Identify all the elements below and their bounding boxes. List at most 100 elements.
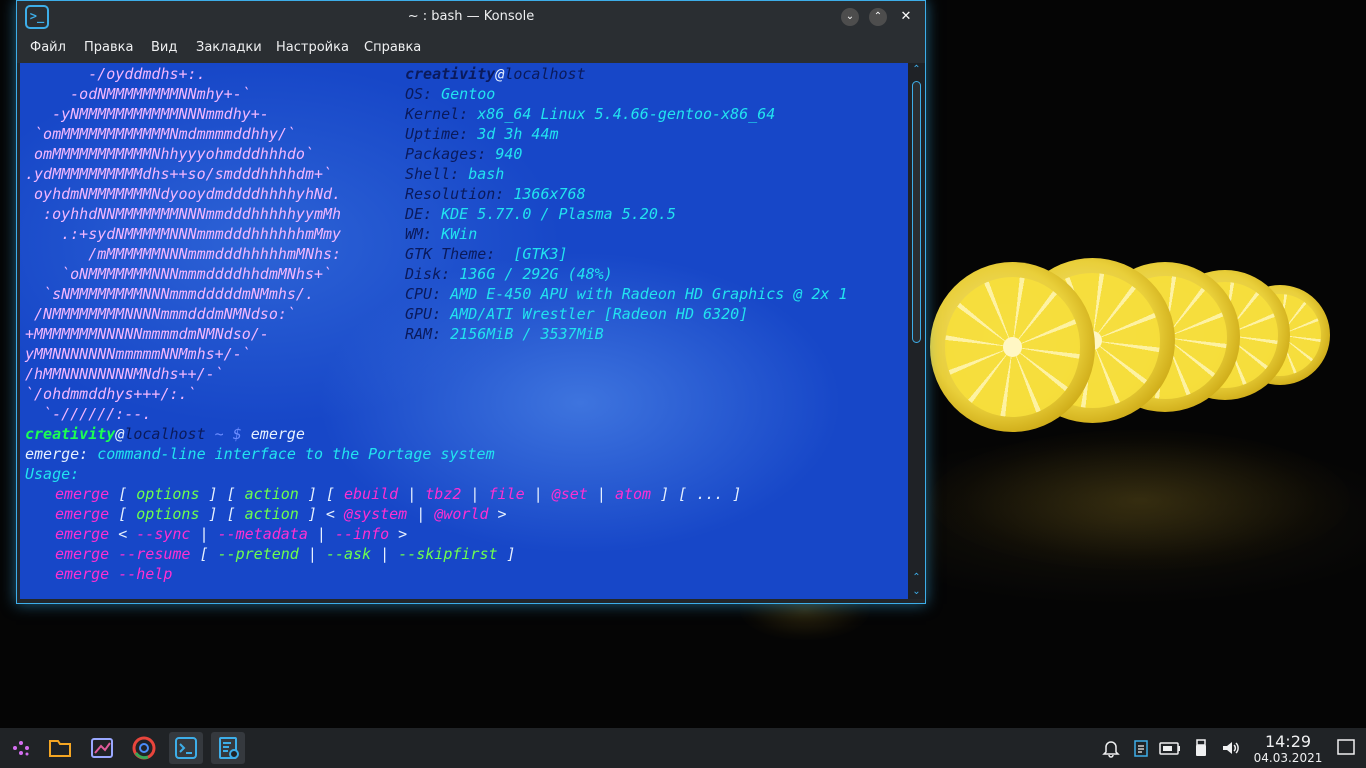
info-label: OS:	[405, 85, 433, 103]
removable-devices-button[interactable]	[1192, 738, 1210, 763]
maximize-button[interactable]: ⌃	[869, 8, 887, 26]
bell-icon	[1102, 741, 1120, 758]
logo-line: -odNMMMMMMMMNNmhy+-`	[25, 85, 251, 103]
usage-token: --pretend	[217, 545, 299, 563]
usage-token: |	[190, 525, 218, 543]
window-title: ~ : bash — Konsole	[407, 9, 535, 24]
usage-token: --help	[118, 565, 173, 583]
usage-token: |	[461, 485, 489, 503]
task-files[interactable]	[43, 732, 77, 764]
usage-line: emerge --resume [ --pretend | --ask | --…	[55, 544, 516, 564]
scroll-down-icon[interactable]: ⌄	[908, 585, 925, 599]
pen-app-icon	[91, 738, 113, 758]
show-desktop-button[interactable]	[1337, 739, 1355, 762]
menu-help[interactable]: Справка	[364, 40, 421, 55]
info-label: Kernel:	[405, 105, 469, 123]
usage-token: atom	[614, 485, 652, 503]
menu-bookmarks[interactable]: Закладки	[196, 40, 262, 55]
konsole-window[interactable]: >_ ~ : bash — Konsole ⌄ ⌃ ✕ Файл Правка …	[16, 0, 926, 604]
usage-token: [	[118, 485, 137, 503]
info-row: GPU: AMD/ATI Wrestler [Radeon HD 6320]	[405, 304, 748, 324]
usage-token: ebuild	[344, 485, 399, 503]
info-row: Shell: bash	[405, 164, 504, 184]
info-row: GTK Theme: [GTK3]	[405, 244, 568, 264]
launcher-button[interactable]	[4, 732, 38, 764]
volume-icon	[1223, 742, 1239, 754]
logo-line: +MMMMMMMNNNNNmmmmdmNMNdso/-	[25, 325, 269, 343]
usage-token: |	[587, 485, 615, 503]
scrollbar-thumb[interactable]	[912, 81, 921, 343]
clock-date: 04.03.2021	[1253, 751, 1323, 765]
logo-line: :oyhhdNNMMMMMMMNNNmmdddhhhhhyymMh	[25, 205, 342, 223]
terminal-scrollbar[interactable]: ⌃ ⌃ ⌄	[908, 63, 925, 599]
lemon-slice	[930, 262, 1095, 432]
terminal-area[interactable]: -/oyddmdhs+:. -odNMMMMMMMMNNmhy+-` -yNMM…	[20, 63, 908, 599]
info-row: CPU: AMD E-450 APU with Radeon HD Graphi…	[405, 284, 848, 304]
clock[interactable]: 14:29 04.03.2021	[1252, 733, 1324, 766]
usage-token: emerge	[55, 485, 119, 503]
launcher-icon	[13, 741, 29, 756]
title-bar[interactable]: >_ ~ : bash — Konsole ⌄ ⌃ ✕	[17, 1, 925, 33]
info-row: Uptime: 3d 3h 44m	[405, 124, 559, 144]
usage-token: ] [ ... ]	[651, 485, 742, 503]
emerge-description: emerge: command-line interface to the Po…	[25, 445, 495, 463]
usage-line: emerge --help	[55, 564, 172, 584]
notifications-button[interactable]	[1102, 738, 1120, 763]
clipboard-icon	[1134, 740, 1148, 757]
usage-token: --info	[334, 525, 390, 543]
task-browser[interactable]	[127, 732, 161, 764]
battery-icon	[1159, 742, 1180, 755]
usage-token: emerge	[55, 565, 119, 583]
task-konsole[interactable]	[169, 732, 203, 764]
clipboard-button[interactable]	[1132, 738, 1150, 763]
logo-line: /NMMMMMMMMNNNNmmmdddmNMNdso:`	[25, 305, 296, 323]
info-label: DE:	[405, 205, 433, 223]
info-value: AMD E-450 APU with Radeon HD Graphics @ …	[450, 285, 848, 303]
task-system-monitor[interactable]	[211, 732, 245, 764]
info-label: CPU:	[405, 285, 442, 303]
usage-token: --resume	[118, 545, 191, 563]
info-value: 2156MiB / 3537MiB	[450, 325, 604, 343]
menu-settings[interactable]: Настройка	[276, 40, 349, 55]
scroll-up-icon[interactable]: ⌃	[908, 571, 925, 585]
usage-token: emerge	[55, 545, 119, 563]
task-manager-icon	[219, 737, 239, 759]
close-button[interactable]: ✕	[897, 8, 915, 26]
task-drawing-app[interactable]	[85, 732, 119, 764]
usage-token: --sync	[136, 525, 191, 543]
usage-token: ]	[497, 545, 516, 563]
info-row: Resolution: 1366x768	[405, 184, 586, 204]
logo-line: `oNMMMMMMMNNNmmmddddhhdmMNhs+`	[25, 265, 333, 283]
info-value: bash	[468, 165, 505, 183]
menu-file[interactable]: Файл	[30, 40, 66, 55]
usb-icon	[1196, 739, 1206, 756]
logo-line: .:+sydNMMMMMNNNmmmdddhhhhhhmMmy	[25, 225, 342, 243]
usage-token: file	[488, 485, 525, 503]
usage-token: |	[371, 545, 399, 563]
menu-bar: Файл Правка Вид Закладки Настройка Справ…	[17, 33, 925, 63]
info-value: 940	[495, 145, 523, 163]
menu-view[interactable]: Вид	[151, 40, 177, 55]
usage-token: |	[307, 525, 335, 543]
shell-prompt: creativity@localhost ~ $ emerge	[25, 425, 305, 443]
menu-edit[interactable]: Правка	[84, 40, 133, 55]
usage-token: @set	[551, 485, 588, 503]
usage-token: options	[136, 505, 200, 523]
battery-button[interactable]	[1158, 738, 1182, 763]
scroll-up-icon[interactable]: ⌃	[908, 63, 925, 77]
info-row: WM: KWin	[405, 224, 477, 244]
minimize-button[interactable]: ⌄	[841, 8, 859, 26]
info-label: Disk:	[405, 265, 451, 283]
volume-button[interactable]	[1221, 738, 1241, 763]
info-label: WM:	[405, 225, 433, 243]
usage-token: ] [	[199, 505, 245, 523]
usage-token: options	[136, 485, 200, 503]
logo-line: `/ohdmmddhys+++/:.`	[25, 385, 197, 403]
usage-token: tbz2	[425, 485, 462, 503]
usage-token: |	[298, 545, 326, 563]
show-desktop-icon	[1337, 739, 1355, 755]
usage-line: emerge [ options ] [ action ] [ ebuild |…	[55, 484, 741, 504]
taskbar: 14:29 04.03.2021	[0, 728, 1366, 768]
usage-token: |	[398, 485, 426, 503]
info-row: Packages: 940	[405, 144, 522, 164]
